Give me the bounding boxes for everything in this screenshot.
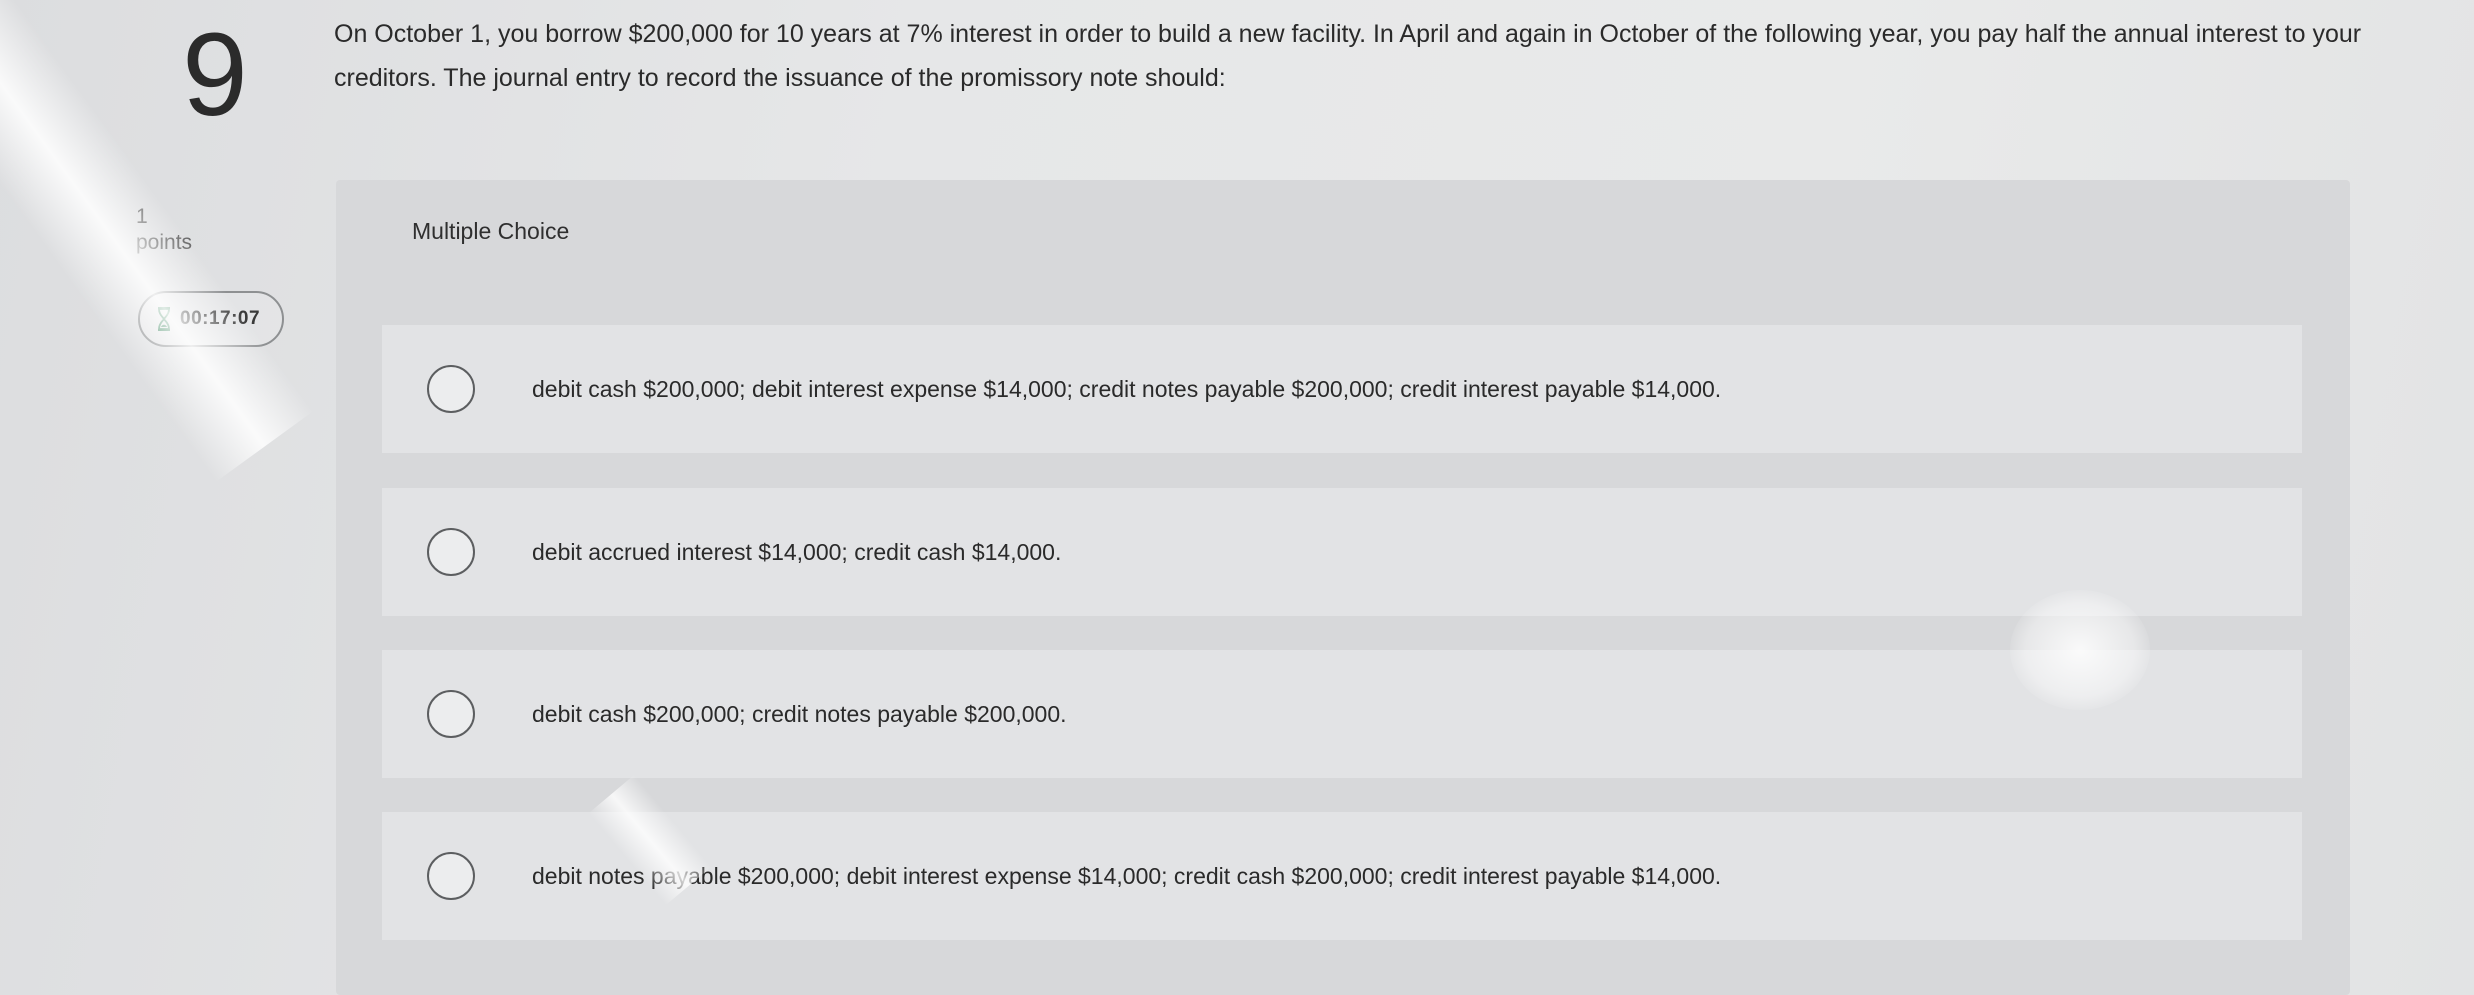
answer-option[interactable]: debit cash $200,000; debit interest expe…	[382, 325, 2302, 453]
question-number: 9	[182, 9, 248, 141]
answer-option[interactable]: debit cash $200,000; credit notes payabl…	[382, 650, 2302, 778]
points-label: points	[136, 231, 193, 254]
answer-option-text: debit accrued interest $14,000; credit c…	[532, 538, 1062, 565]
timer-text: 00:17:07	[180, 308, 261, 329]
radio-button-icon[interactable]	[427, 690, 475, 738]
answer-option-text: debit notes payable $200,000; debit inte…	[532, 862, 1722, 889]
radio-button-icon[interactable]	[427, 365, 475, 413]
answer-option[interactable]: debit accrued interest $14,000; credit c…	[382, 488, 2302, 616]
question-page: 9 1 points 00:17:07 On October 1, you bo…	[0, 0, 2474, 995]
hourglass-icon	[158, 307, 170, 331]
timer-badge[interactable]: 00:17:07	[138, 291, 284, 347]
multiple-choice-label: Multiple Choice	[412, 218, 570, 244]
points-block: 1 points	[136, 204, 192, 256]
radio-button-icon[interactable]	[427, 852, 475, 900]
answer-option-text: debit cash $200,000; credit notes payabl…	[532, 700, 1067, 727]
question-text: On October 1, you borrow $200,000 for 10…	[334, 20, 2362, 92]
radio-button-icon[interactable]	[427, 528, 475, 576]
answer-option-text: debit cash $200,000; debit interest expe…	[532, 375, 1722, 402]
points-value: 1	[136, 205, 148, 228]
answer-option[interactable]: debit notes payable $200,000; debit inte…	[382, 812, 2302, 940]
